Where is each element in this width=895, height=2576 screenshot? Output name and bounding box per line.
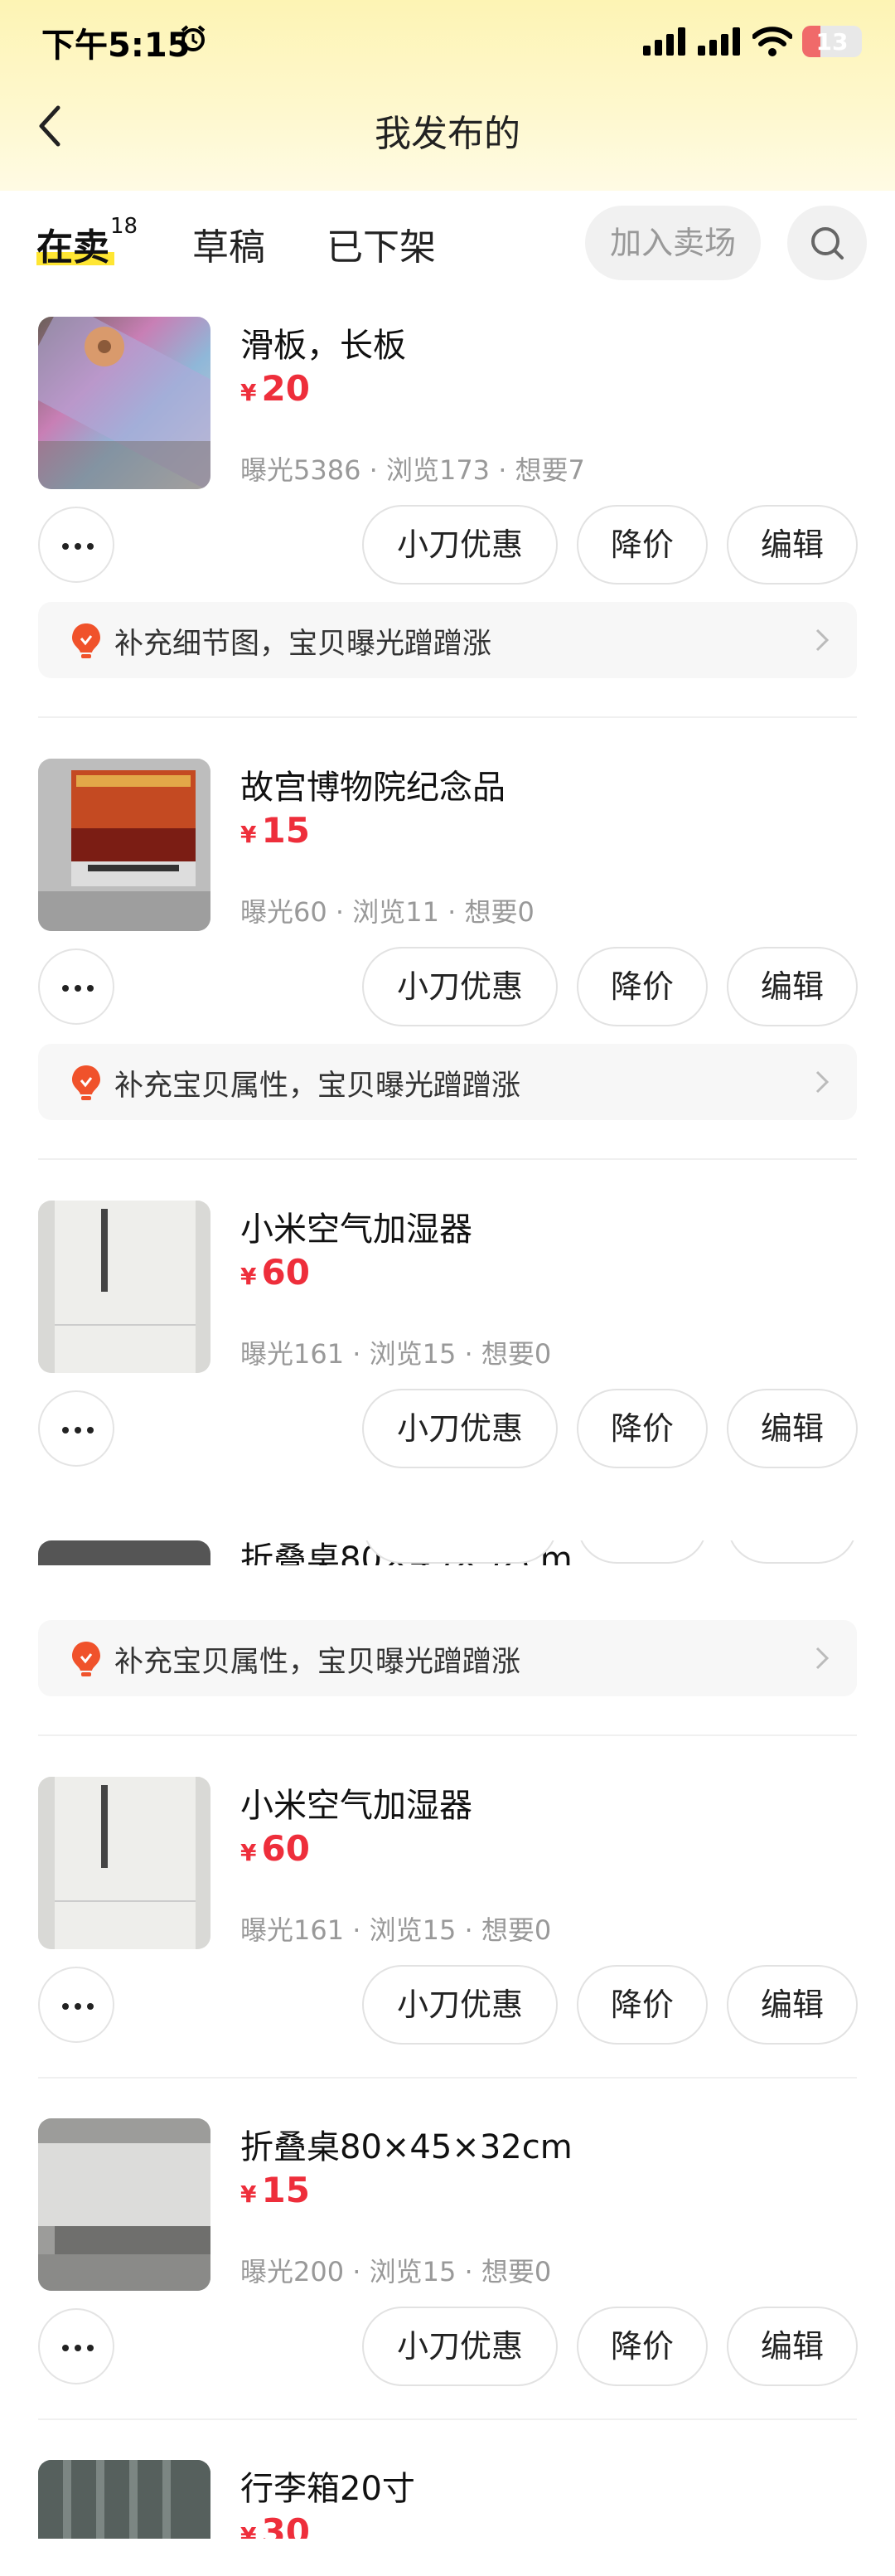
edit-button[interactable]: 编辑 (727, 1389, 858, 1468)
item-price: ¥60 (240, 1252, 310, 1293)
divider (38, 1158, 857, 1160)
more-button[interactable] (38, 2308, 114, 2384)
item-thumbnail[interactable] (38, 1777, 210, 1949)
listing-card: 行李箱20寸 ¥30 (0, 2450, 895, 2539)
price-drop-button[interactable]: 降价 (577, 947, 708, 1026)
battery-icon: 13 (802, 26, 862, 57)
divider (38, 716, 857, 718)
item-price: ¥15 (240, 810, 310, 851)
status-time: 下午5:15 (41, 27, 191, 65)
listing-card: 故宫博物院纪念品 ¥15 曝光60 · 浏览11 · 想要0 小刀优惠 降价 编… (0, 749, 895, 1163)
search-icon (811, 227, 844, 260)
alarm-icon (181, 25, 206, 51)
bulb-icon (72, 1065, 100, 1100)
divider (38, 2077, 857, 2079)
listing-card-tip: 补充宝贝属性，宝贝曝光蹭蹭涨 (0, 1542, 895, 1708)
tip-banner[interactable]: 补充宝贝属性，宝贝曝光蹭蹭涨 (38, 1044, 857, 1120)
chevron-right-icon (815, 1070, 830, 1094)
chevron-right-icon (815, 1647, 830, 1670)
listing-card: 折叠桌80×45×32cm ¥15 曝光200 · 浏览15 · 想要0 小刀优… (0, 2108, 895, 2423)
item-thumbnail[interactable] (38, 2460, 210, 2539)
item-price: ¥30 (240, 2511, 310, 2539)
item-title[interactable]: 小米空气加湿器 (240, 1778, 472, 1826)
item-title[interactable]: 小米空气加湿器 (240, 1202, 472, 1250)
bargain-button[interactable]: 小刀优惠 (362, 505, 558, 585)
item-thumbnail[interactable] (38, 2118, 210, 2291)
price-drop-button[interactable]: 降价 (577, 505, 708, 585)
item-thumbnail[interactable] (38, 1201, 210, 1373)
battery-level: 13 (815, 28, 849, 56)
listing-card: 小米空气加湿器 ¥60 曝光161 · 浏览15 · 想要0 小刀优惠 降价 编… (0, 1767, 895, 2082)
listing-card: 小米空气加湿器 ¥60 曝光161 · 浏览15 · 想要0 小刀优惠 降价 编… (0, 1191, 895, 1539)
divider (38, 1734, 857, 1736)
price-drop-button[interactable]: 降价 (577, 1965, 708, 2045)
item-stats: 曝光200 · 浏览15 · 想要0 (240, 2256, 552, 2287)
bargain-button[interactable]: 小刀优惠 (362, 947, 558, 1026)
tip-text: 补充细节图，宝贝曝光蹭蹭涨 (114, 628, 492, 661)
more-button[interactable] (38, 1390, 114, 1467)
bulb-icon (72, 1642, 100, 1676)
price-drop-button[interactable]: 降价 (577, 1389, 708, 1468)
search-button[interactable] (787, 206, 867, 280)
header: 下午5:15 13 我发布的 (0, 0, 895, 191)
item-stats: 曝光60 · 浏览11 · 想要0 (240, 896, 535, 928)
item-title[interactable]: 故宫博物院纪念品 (240, 760, 506, 808)
more-button[interactable] (38, 1967, 114, 2043)
tip-banner[interactable]: 补充宝贝属性，宝贝曝光蹭蹭涨 (38, 1620, 857, 1696)
tab-draft[interactable]: 草稿 (192, 217, 265, 270)
more-button[interactable] (38, 507, 114, 583)
bargain-button[interactable]: 小刀优惠 (362, 2307, 558, 2386)
tip-text: 补充宝贝属性，宝贝曝光蹭蹭涨 (114, 1070, 521, 1103)
bulb-icon (72, 623, 100, 658)
tab-selling[interactable]: 在卖 (36, 217, 114, 270)
tab-selling-count: 18 (110, 214, 138, 239)
item-thumbnail[interactable] (38, 317, 210, 489)
item-title[interactable]: 折叠桌80×45×32cm (240, 2120, 573, 2168)
status-indicators: 13 (643, 23, 862, 60)
tab-bar: 在卖 18 草稿 已下架 加入卖场 (0, 191, 895, 307)
tab-offline[interactable]: 已下架 (327, 217, 436, 270)
divider (38, 2418, 857, 2420)
more-button[interactable] (38, 948, 114, 1025)
item-stats: 曝光161 · 浏览15 · 想要0 (240, 1338, 552, 1370)
item-title[interactable]: 滑板，长板 (240, 318, 406, 366)
signal-icon (643, 27, 685, 56)
item-price: ¥60 (240, 1828, 310, 1869)
bargain-button[interactable]: 小刀优惠 (362, 1389, 558, 1468)
tab-selling-label: 在卖 (36, 226, 109, 269)
wifi-icon (752, 27, 792, 56)
edit-button[interactable]: 编辑 (727, 1965, 858, 2045)
listing-card: 滑板，长板 ¥20 曝光5386 · 浏览173 · 想要7 小刀优惠 降价 编… (0, 307, 895, 721)
tip-text: 补充宝贝属性，宝贝曝光蹭蹭涨 (114, 1646, 521, 1679)
item-price: ¥15 (240, 2170, 310, 2210)
item-price: ¥20 (240, 368, 310, 409)
chevron-right-icon (815, 628, 830, 652)
join-market-button[interactable]: 加入卖场 (585, 206, 761, 280)
edit-button[interactable]: 编辑 (727, 947, 858, 1026)
edit-button[interactable]: 编辑 (727, 2307, 858, 2386)
edit-button[interactable]: 编辑 (727, 505, 858, 585)
tip-banner[interactable]: 补充细节图，宝贝曝光蹭蹭涨 (38, 602, 857, 678)
item-title[interactable]: 行李箱20寸 (240, 2462, 415, 2510)
item-stats: 曝光5386 · 浏览173 · 想要7 (240, 454, 585, 486)
page-title: 我发布的 (375, 113, 520, 155)
bargain-button[interactable]: 小刀优惠 (362, 1965, 558, 2045)
item-thumbnail[interactable] (38, 759, 210, 931)
price-drop-button[interactable]: 降价 (577, 2307, 708, 2386)
item-stats: 曝光161 · 浏览15 · 想要0 (240, 1914, 552, 1946)
signal-icon (698, 27, 740, 56)
bottom-bar (0, 2539, 895, 2576)
